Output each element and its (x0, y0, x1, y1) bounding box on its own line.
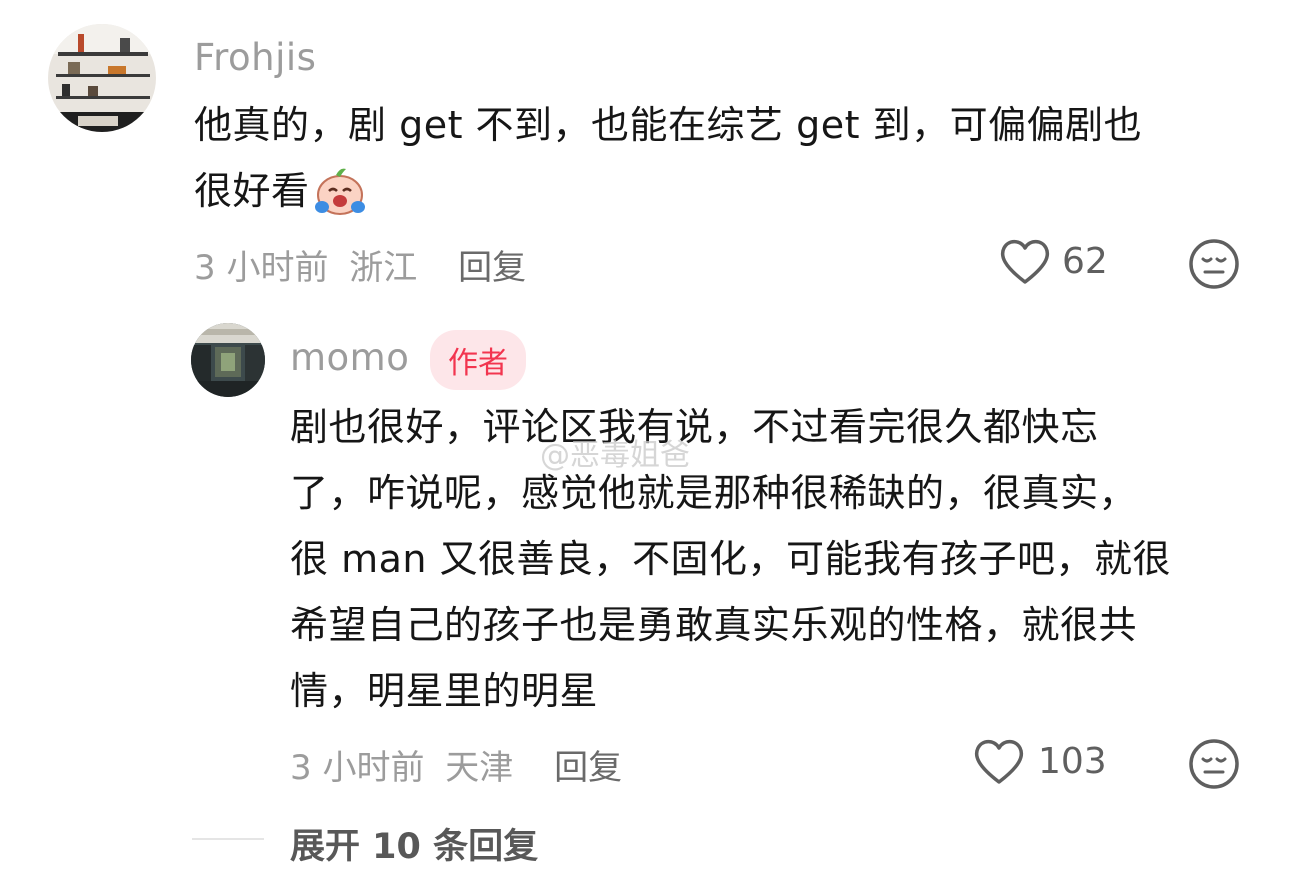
expand-divider (192, 838, 264, 840)
dislike-face-icon[interactable] (1188, 738, 1240, 790)
like-count: 62 (1062, 240, 1108, 282)
reply-body-line-2: 了，咋说呢，感觉他就是那种很稀缺的，很真实， (290, 471, 1138, 515)
reply-body-line-1: 剧也很好，评论区我有说，不过看完很久都快忘 (290, 405, 1099, 449)
reply-location: 天津 (445, 748, 514, 788)
reply-like-count: 103 (1038, 740, 1107, 782)
reply-reply-button[interactable]: 回复 (554, 748, 622, 788)
reply-button[interactable]: 回复 (458, 248, 526, 288)
reply-meta: 3 小时前 天津 回复 (290, 740, 622, 789)
comment-username[interactable]: Frohjis (194, 36, 316, 79)
reply-body-line-4: 希望自己的孩子也是勇敢真实乐观的性格，就很共 (290, 603, 1138, 647)
comment-body-line-1: 他真的，剧 get 不到，也能在综艺 get 到，可偏偏剧也 (194, 103, 1143, 147)
crying-face-emoji-icon (312, 163, 368, 219)
comment-body-line-2: 很好看 (194, 158, 368, 224)
reply-like-button[interactable]: 103 (972, 736, 1107, 786)
comment-location: 浙江 (349, 248, 418, 288)
comment-meta: 3 小时前 浙江 回复 (194, 240, 526, 289)
reply-username[interactable]: momo (290, 336, 409, 379)
reply-time: 3 小时前 (290, 748, 425, 788)
avatar-momo[interactable] (191, 323, 265, 397)
reply-body-line-3: 很 man 又很善良，不固化，可能我有孩子吧，就很 (290, 537, 1172, 581)
author-badge: 作者 (430, 330, 526, 390)
avatar-frohjis[interactable] (48, 24, 156, 132)
reply-body-line-5: 情，明星里的明星 (290, 669, 599, 713)
heart-icon (998, 236, 1052, 286)
like-button[interactable]: 62 (998, 236, 1108, 286)
comment-body-text: 很好看 (194, 169, 310, 213)
watermark: @恶毒姐爸 (540, 438, 690, 473)
expand-replies-button[interactable]: 展开 10 条回复 (290, 818, 538, 869)
dislike-face-icon[interactable] (1188, 238, 1240, 290)
heart-icon (972, 736, 1026, 786)
comment-time: 3 小时前 (194, 248, 329, 288)
